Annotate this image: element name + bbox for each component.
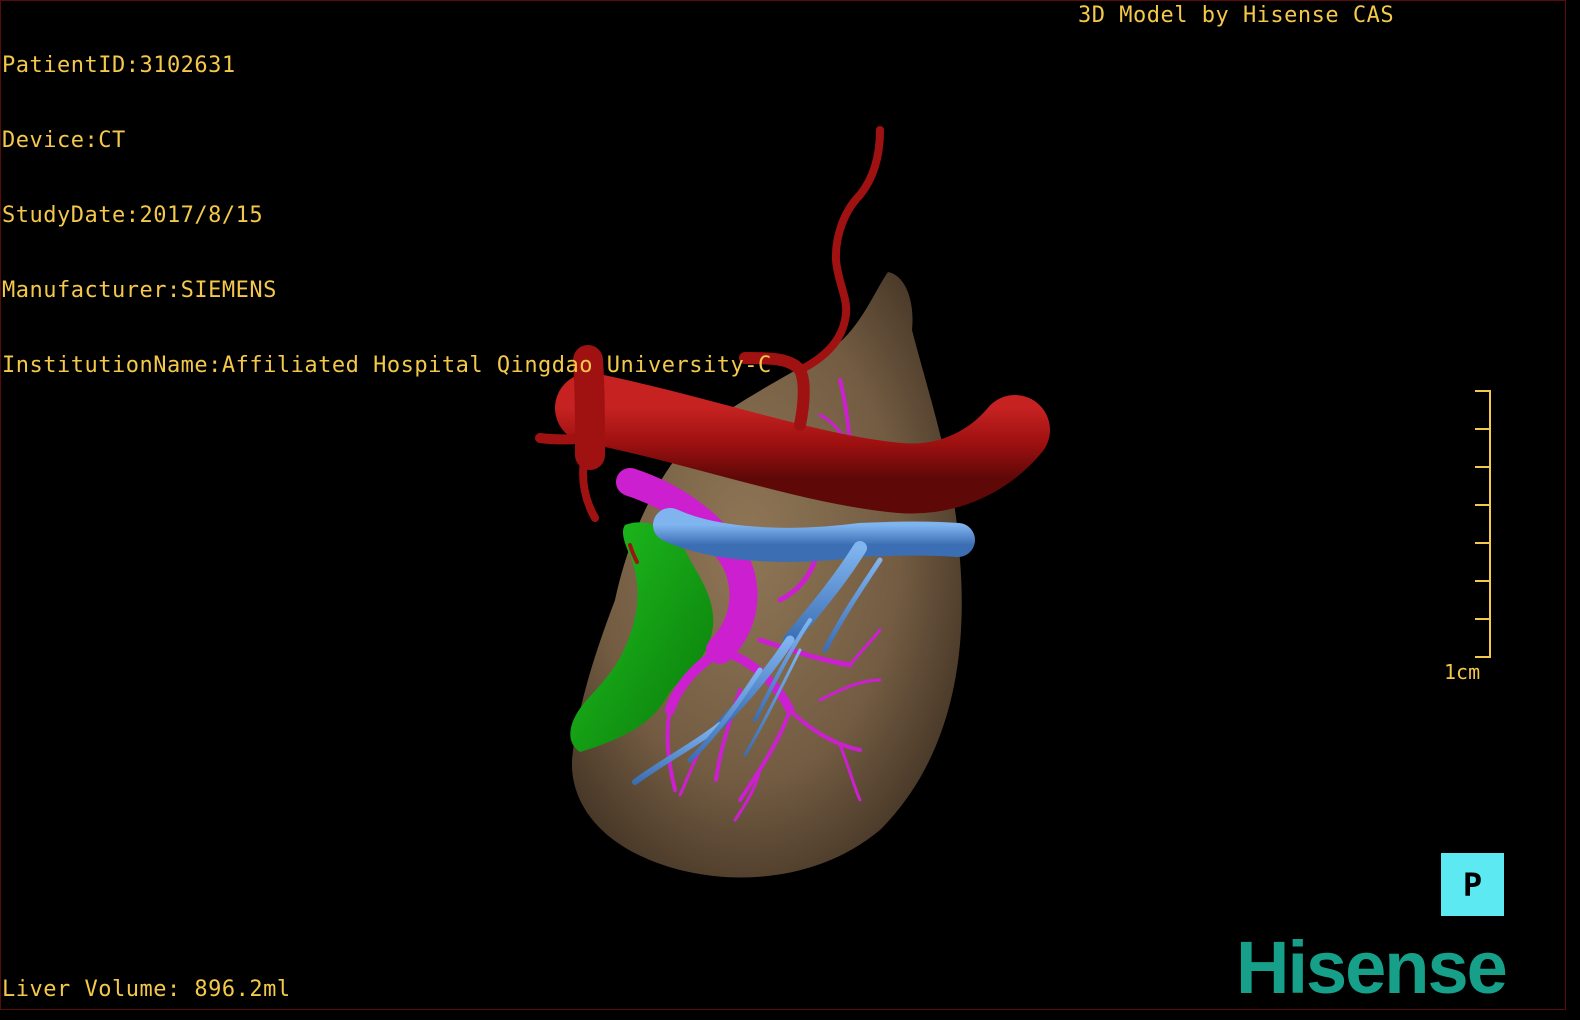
- orientation-indicator[interactable]: P: [1441, 853, 1504, 916]
- study-date-text: StudyDate:2017/8/15: [2, 203, 264, 228]
- manufacturer-text: Manufacturer:SIEMENS: [2, 278, 277, 303]
- institution-text: InstitutionName:Affiliated Hospital Qing…: [2, 353, 772, 378]
- patient-info-overlay: PatientID:3102631 Device:CT StudyDate:20…: [2, 3, 772, 403]
- liver-volume-text: Liver Volume: 896.2ml: [2, 977, 291, 1002]
- model-brand-text: 3D Model by Hisense CAS: [1078, 3, 1395, 28]
- hisense-logo: Hisense: [1236, 926, 1508, 1009]
- orientation-label: P: [1462, 865, 1483, 904]
- scale-ruler: [1475, 390, 1491, 658]
- device-text: Device:CT: [2, 128, 126, 153]
- patient-id-text: PatientID:3102631: [2, 53, 236, 78]
- scale-ruler-label: 1cm: [1444, 660, 1481, 684]
